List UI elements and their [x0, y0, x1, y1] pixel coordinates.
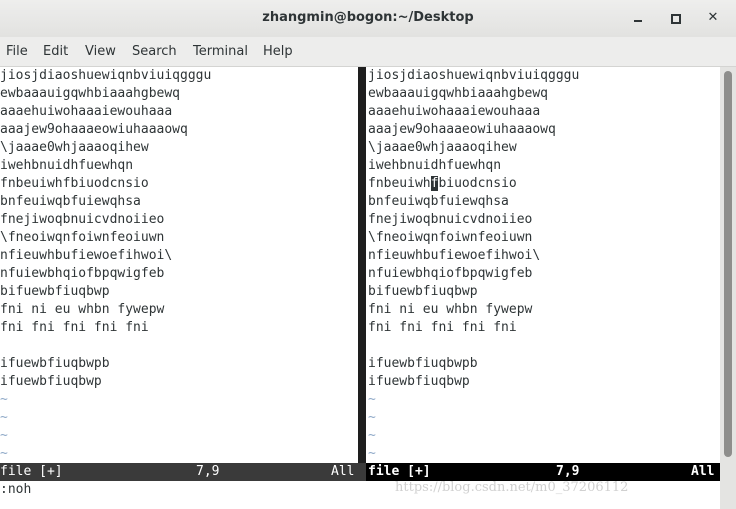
menu-help[interactable]: Help [263, 44, 293, 59]
empty-line-tilde: ~ [0, 428, 8, 443]
empty-line-tilde: ~ [368, 410, 376, 425]
empty-line-tilde: ~ [368, 446, 376, 461]
left-status-file: file [+] [0, 464, 63, 479]
text-line: ewbaaauigqwhbiaaahgbewq [0, 86, 181, 101]
text-line: ifuewbfiuqbwp [368, 374, 470, 389]
text-line: \fneoiwqnfoiwnfeoiuwn [368, 230, 533, 245]
menu-view[interactable]: View [85, 44, 116, 59]
close-icon: ✕ [707, 10, 719, 25]
right-status-file: file [+] [368, 464, 431, 479]
terminal-window: zhangmin@bogon:~/Desktop ✕ File Edit Vie… [0, 0, 736, 509]
text-line: iwehbnuidhfuewhqn [0, 158, 134, 173]
terminal-area[interactable]: jiosjdiaoshuewiqnbviuiqgggu ewbaaauigqwhb… [0, 67, 720, 509]
title-bar[interactable]: zhangmin@bogon:~/Desktop ✕ [0, 0, 736, 37]
vim-left-pane[interactable]: jiosjdiaoshuewiqnbviuiqgggu ewbaaauigqwhb… [0, 67, 357, 463]
minimize-button[interactable] [628, 8, 648, 28]
left-status-line: file [+] 7,9 All [0, 463, 366, 481]
menu-edit[interactable]: Edit [43, 44, 68, 59]
minimize-icon [634, 20, 642, 22]
right-status-line: file [+] 7,9 All [366, 463, 720, 481]
text-line: fnejiwoqbnuicvdnoiieo [368, 212, 533, 227]
text-line: ifuewbfiuqbwpb [0, 356, 110, 371]
text-line: ewbaaauigqwhbiaaahgbewq [368, 86, 549, 101]
menu-file[interactable]: File [6, 44, 28, 59]
text-line: aaaehuiwohaaaiewouhaaa [0, 104, 173, 119]
text-line: ifuewbfiuqbwp [0, 374, 102, 389]
text-line: fnbeuiwhfbiuodcnsio [368, 176, 517, 191]
text-line: nfieuwhbufiewoefihwoi\ [0, 248, 173, 263]
text-line: aaajew9ohaaaeowiuhaaaowq [0, 122, 188, 137]
vim-right-pane[interactable]: jiosjdiaoshuewiqnbviuiqgggu ewbaaauigqwhb… [368, 67, 720, 463]
text-line: jiosjdiaoshuewiqnbviuiqgggu [368, 68, 580, 83]
text-line: nfieuwhbufiewoefihwoi\ [368, 248, 541, 263]
text-line: bifuewbfiuqbwp [0, 284, 110, 299]
text-line: fni fni fni fni fni [368, 320, 517, 335]
close-button[interactable]: ✕ [703, 8, 723, 28]
text-line: bnfeuiwqbfuiewqhsa [368, 194, 509, 209]
menu-search[interactable]: Search [132, 44, 177, 59]
maximize-button[interactable] [665, 8, 685, 28]
left-status-position: 7,9 [196, 464, 220, 479]
text-line: fni ni eu whbn fywepw [0, 302, 165, 317]
text-line: aaajew9ohaaaeowiuhaaaowq [368, 122, 556, 137]
text-line: \fneoiwqnfoiwnfeoiuwn [0, 230, 165, 245]
text-line: jiosjdiaoshuewiqnbviuiqgggu [0, 68, 212, 83]
vertical-split-divider[interactable] [358, 67, 366, 463]
text-line: nfuiewbhqiofbpqwigfeb [368, 266, 533, 281]
text-line: fnejiwoqbnuicvdnoiieo [0, 212, 165, 227]
right-status-scroll: All [691, 464, 715, 479]
empty-line-tilde: ~ [0, 410, 8, 425]
text-line: aaaehuiwohaaaiewouhaaa [368, 104, 541, 119]
text-line: iwehbnuidhfuewhqn [368, 158, 502, 173]
text-line: \jaaae0whjaaaoqihew [0, 140, 149, 155]
vim-command-line[interactable]: :noh [0, 481, 31, 499]
empty-line-tilde: ~ [0, 446, 8, 461]
text-line: bnfeuiwqbfuiewqhsa [0, 194, 141, 209]
scrollbar-thumb[interactable] [724, 71, 732, 457]
empty-line-tilde: ~ [0, 392, 8, 407]
text-line: nfuiewbhqiofbpqwigfeb [0, 266, 165, 281]
empty-line-tilde: ~ [368, 392, 376, 407]
text-line: \jaaae0whjaaaoqihew [368, 140, 517, 155]
menu-bar: File Edit View Search Terminal Help [0, 37, 736, 67]
maximize-icon [671, 14, 681, 24]
watermark-text: https://blog.csdn.net/m0_37206112 [395, 480, 629, 495]
window-title: zhangmin@bogon:~/Desktop [262, 10, 474, 25]
right-status-position: 7,9 [556, 464, 580, 479]
text-line: fni fni fni fni fni [0, 320, 149, 335]
text-line: ifuewbfiuqbwpb [368, 356, 478, 371]
empty-line-tilde: ~ [368, 428, 376, 443]
text-line: fnbeuiwhfbiuodcnsio [0, 176, 149, 191]
text-line: bifuewbfiuqbwp [368, 284, 478, 299]
scrollbar[interactable] [720, 67, 736, 509]
text-line: fni ni eu whbn fywepw [368, 302, 533, 317]
left-status-scroll: All [331, 464, 355, 479]
menu-terminal[interactable]: Terminal [193, 44, 248, 59]
